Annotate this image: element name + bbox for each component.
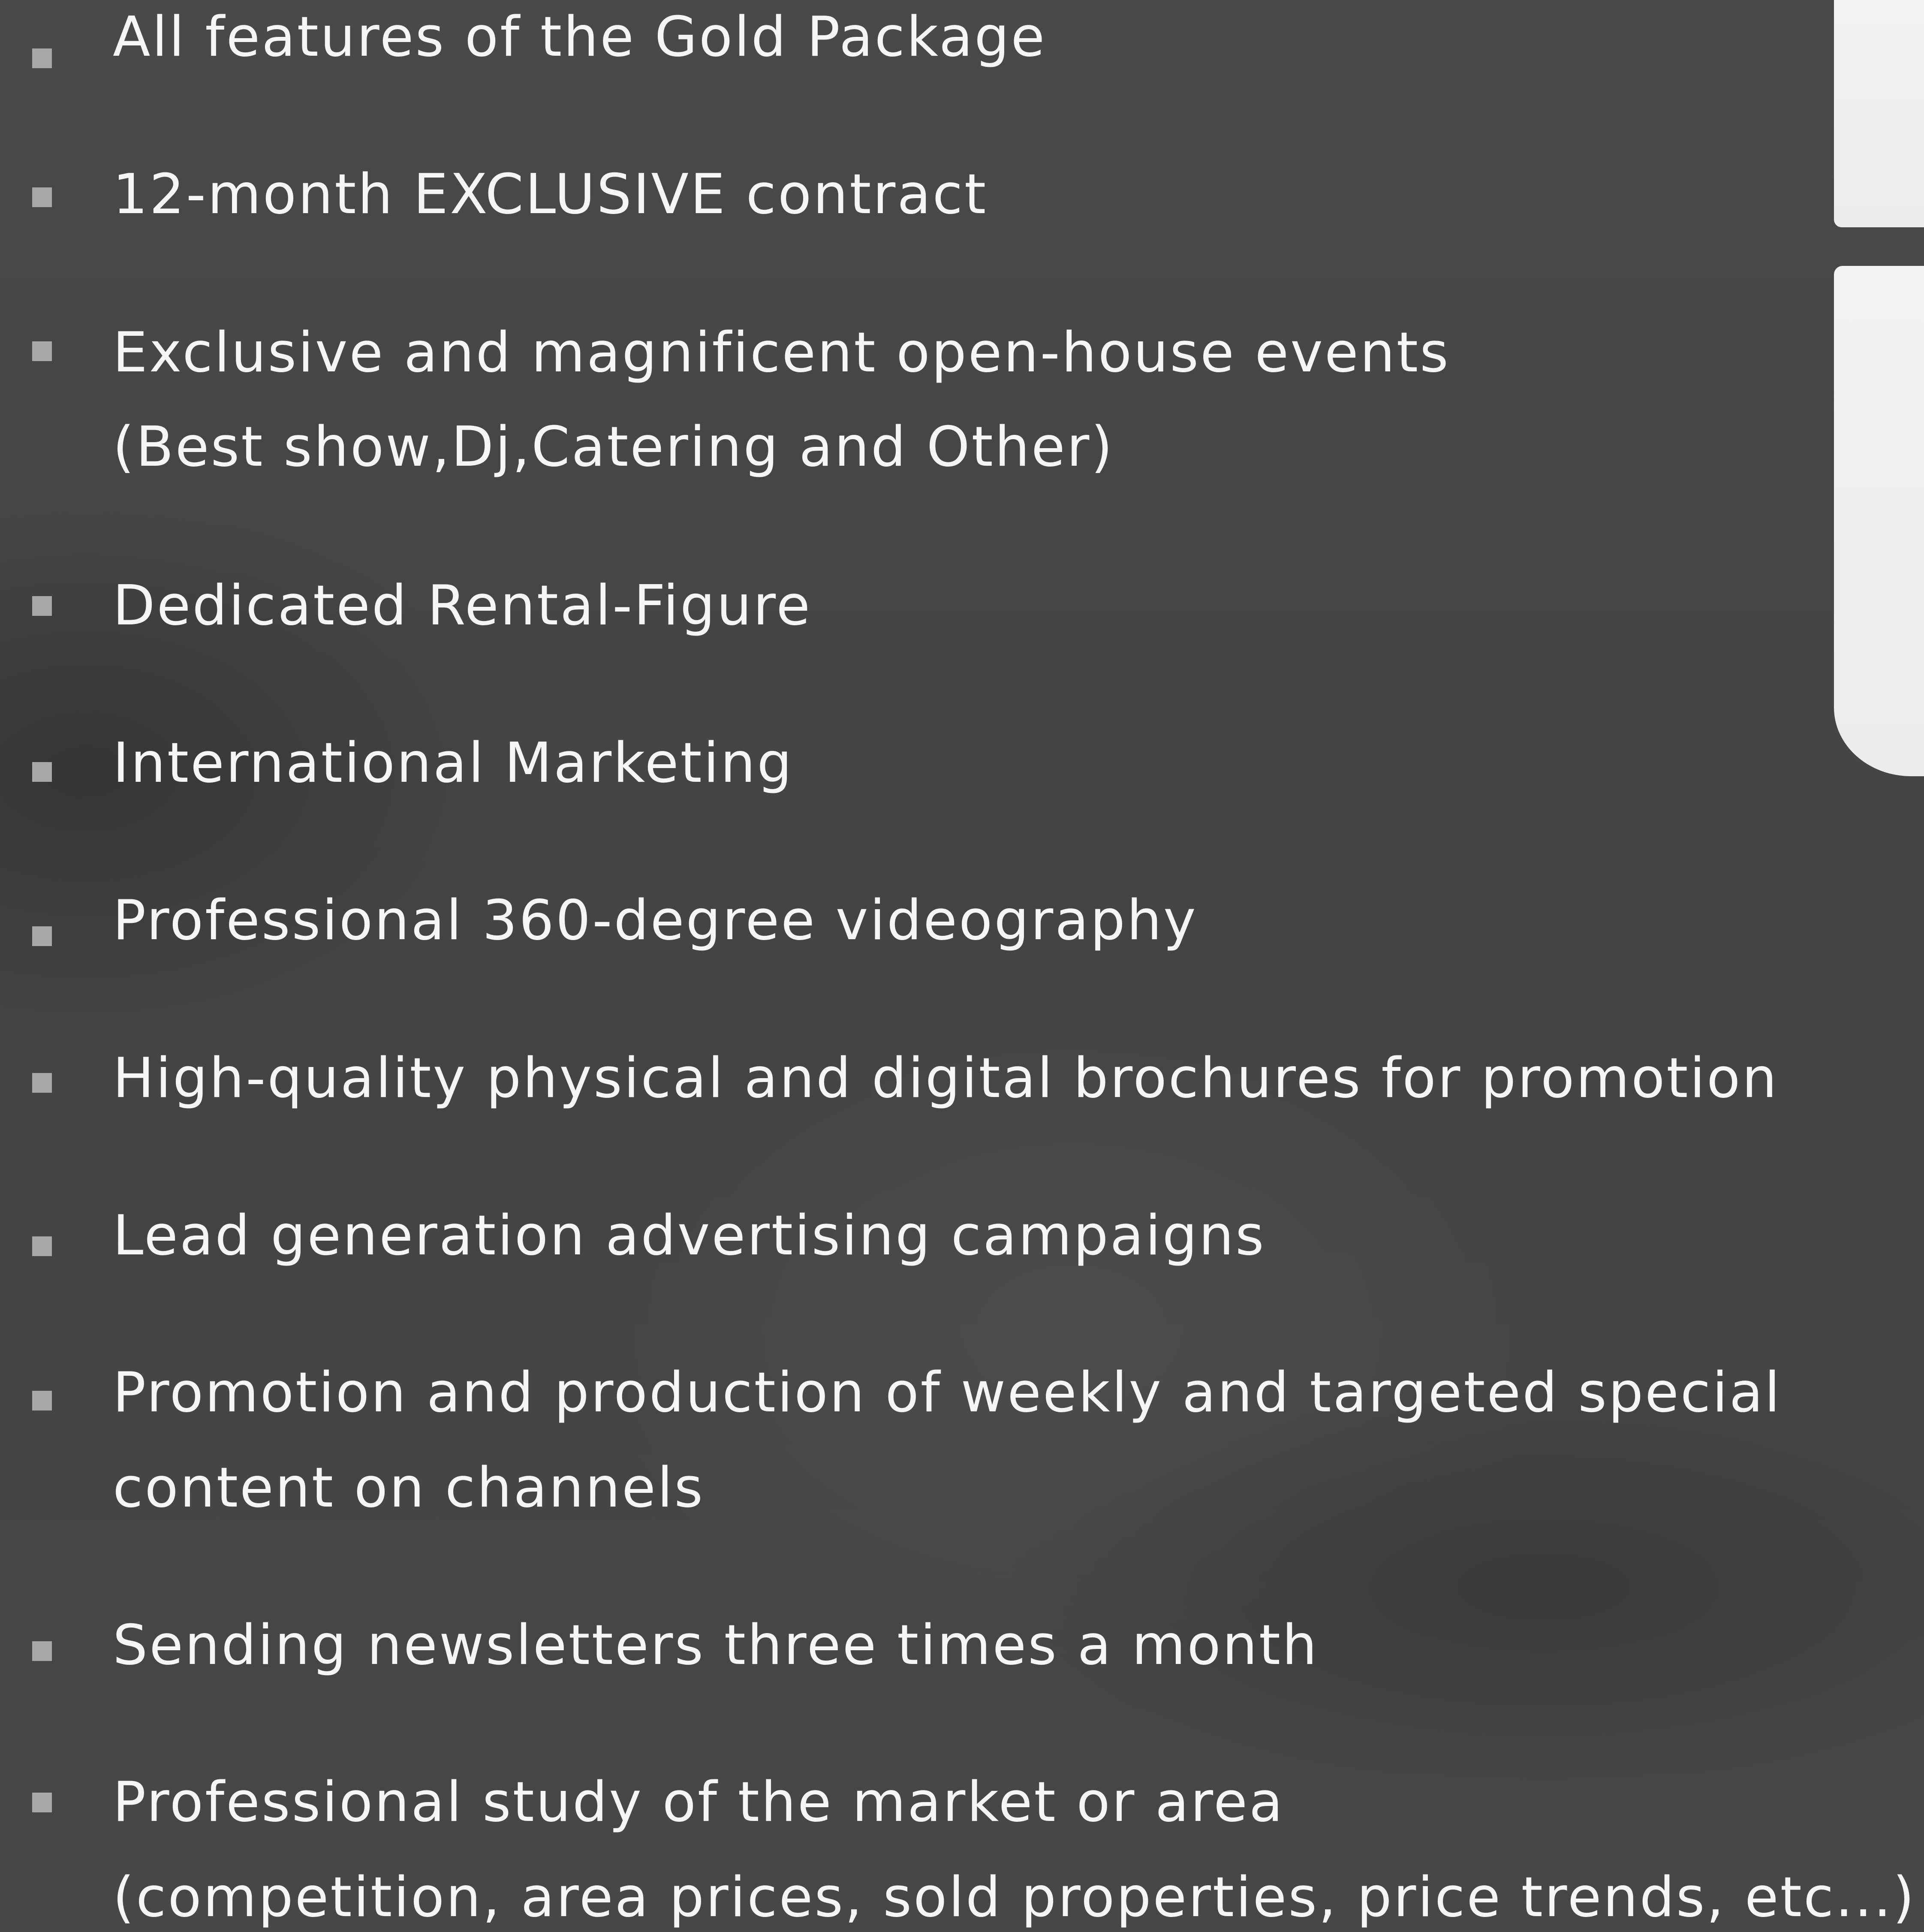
feature-text: All features of the Gold Package xyxy=(113,5,1047,69)
feature-text: Sending newsletters three times a month xyxy=(113,1613,1319,1677)
square-bullet-icon xyxy=(32,1793,52,1812)
background-panel-middle xyxy=(1834,266,1924,776)
feature-text-continuation: content on channels xyxy=(113,1456,705,1520)
square-bullet-icon xyxy=(32,596,52,616)
feature-text: Professional 360-degree videography xyxy=(113,889,1198,952)
square-bullet-icon xyxy=(32,1236,52,1256)
feature-text: Exclusive and magnificent open-house eve… xyxy=(113,321,1450,385)
background-panel-top xyxy=(1834,0,1924,227)
square-bullet-icon xyxy=(32,926,52,946)
square-bullet-icon xyxy=(32,1391,52,1411)
feature-text: Promotion and production of weekly and t… xyxy=(113,1361,1782,1425)
feature-text-continuation: (competition, area prices, sold properti… xyxy=(113,1866,1916,1929)
square-bullet-icon xyxy=(32,187,52,207)
feature-text: High-quality physical and digital brochu… xyxy=(113,1046,1779,1110)
feature-text: 12-month EXCLUSIVE contract xyxy=(113,163,988,226)
square-bullet-icon xyxy=(32,1073,52,1093)
feature-text: Professional study of the market or area xyxy=(113,1770,1285,1834)
feature-text-continuation: (Best show,Dj,Catering and Other) xyxy=(113,415,1114,479)
square-bullet-icon xyxy=(32,48,52,68)
feature-text: Lead generation advertising campaigns xyxy=(113,1204,1266,1268)
square-bullet-icon xyxy=(32,341,52,361)
square-bullet-icon xyxy=(32,762,52,782)
square-bullet-icon xyxy=(32,1641,52,1661)
feature-text: International Marketing xyxy=(113,731,794,795)
feature-text: Dedicated Rental-Figure xyxy=(113,574,812,638)
